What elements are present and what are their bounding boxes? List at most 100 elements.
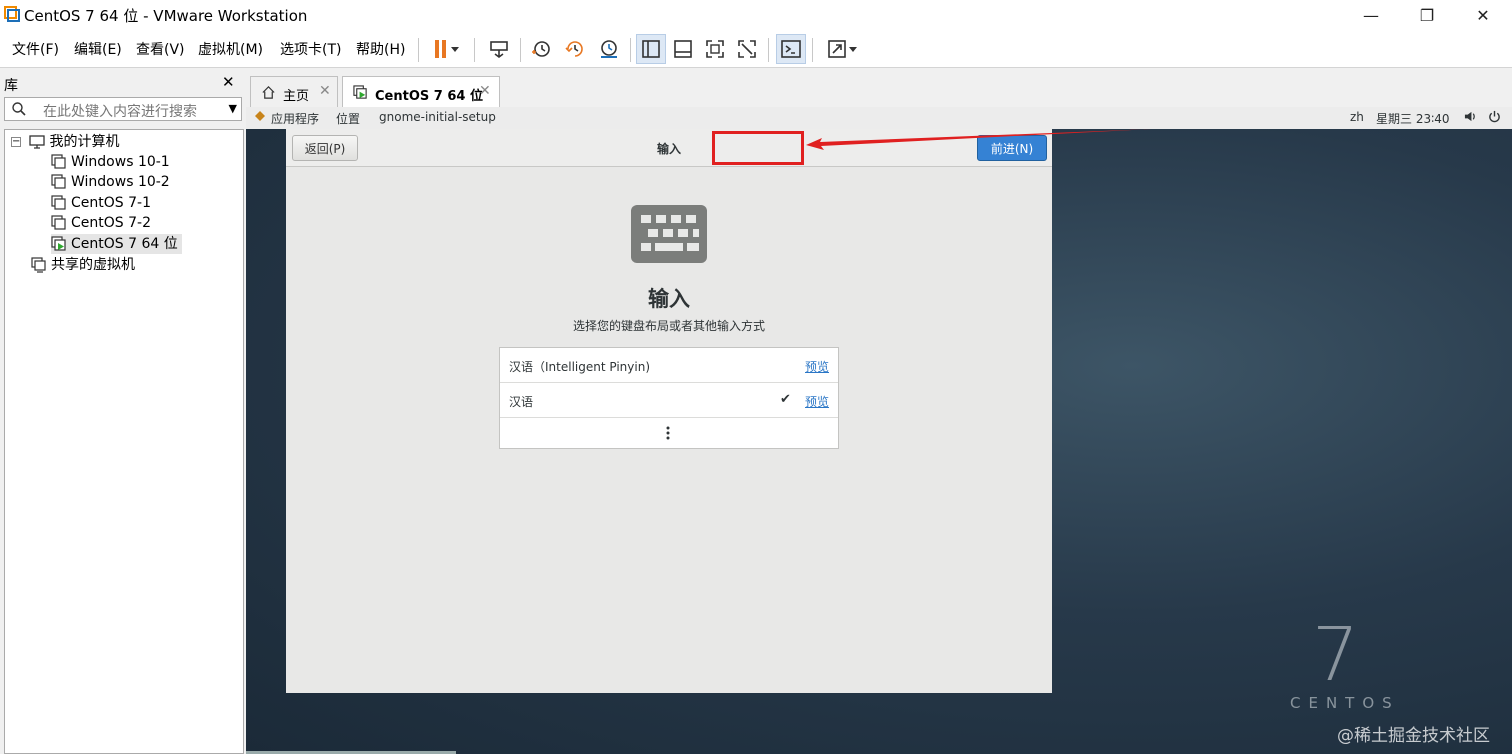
stretch-icon [828,40,857,58]
input-source-row[interactable]: 汉语（Intelligent Pinyin) 预览 [500,348,838,383]
more-options-icon[interactable] [666,426,670,440]
library-close-button[interactable]: ✕ [222,73,235,91]
toolbar-separator [520,38,521,62]
tree-label: 共享的虚拟机 [51,257,135,273]
collapse-icon[interactable]: − [11,137,21,147]
input-source-row[interactable]: 汉语 ✔ 预览 [500,383,838,418]
annotation-highlight-box [712,131,804,165]
gnome-app-name[interactable]: gnome-initial-setup [379,110,496,124]
page-heading: 输入 [648,287,690,311]
tab-strip: 主页 ✕ CentOS 7 64 位 ✕ [246,69,1512,108]
search-placeholder: 在此处键入内容进行搜索 [43,104,197,120]
vmware-app-icon [4,6,20,22]
title-bar: CentOS 7 64 位 - VMware Workstation — ❐ ✕ [0,0,1512,30]
initial-setup-dialog: 返回(P) 输入 前进(N) 输入 选择您的键盘布局或者其他输入方式 汉语（In… [286,129,1052,693]
preview-link[interactable]: 预览 [805,393,829,410]
tree-node-vm[interactable]: Windows 10-2 [51,172,170,192]
search-icon [12,102,26,116]
tree-label: CentOS 7-2 [71,215,151,231]
tab-label: 主页 [283,89,310,104]
tree-node-vm[interactable]: Windows 10-1 [51,152,170,172]
snapshot-manager-button[interactable] [594,34,624,64]
annotation-arrow-icon [806,129,1152,150]
library-search-input[interactable]: 在此处键入内容进行搜索 ▼ [4,97,242,121]
vm-icon [51,195,66,210]
shared-vm-icon [31,257,46,273]
thumbnail-layout-icon [674,40,692,58]
revert-clock-icon [565,41,583,57]
tree-label: Windows 10-1 [71,154,170,170]
send-keys-icon [490,41,508,58]
vm-display[interactable]: 应用程序 位置 gnome-initial-setup zh 星期三 23∶40… [246,107,1512,754]
home-icon [262,86,275,99]
toolbar-separator [474,38,475,62]
vm-icon [51,215,66,230]
snapshot-clock-icon [532,41,550,57]
checkmark-icon: ✔ [780,392,791,407]
snapshot-button[interactable] [526,34,556,64]
library-layout-icon [642,40,660,58]
tree-label: 我的计算机 [49,134,120,150]
page-subtitle: 选择您的键盘布局或者其他输入方式 [572,319,765,333]
menu-tabs[interactable]: 选项卡(T) [280,39,341,59]
vm-running-icon [353,85,367,99]
gnome-applications-menu[interactable]: 应用程序 [271,110,319,127]
close-icon[interactable]: ✕ [319,83,331,99]
chevron-down-icon[interactable]: ▼ [229,102,237,115]
window-title: CentOS 7 64 位 - VMware Workstation [24,7,308,25]
unity-button[interactable] [732,34,762,64]
close-button[interactable]: ✕ [1458,0,1508,30]
tree-label: CentOS 7 64 位 [71,236,178,252]
revert-snapshot-button[interactable] [560,34,590,64]
gnome-places-menu[interactable]: 位置 [336,110,360,127]
pause-icon [435,40,459,58]
full-screen-button[interactable] [700,34,730,64]
tree-label: CentOS 7-1 [71,195,151,211]
minimize-button[interactable]: — [1346,0,1396,30]
centos-version-number: 7 [1312,612,1360,698]
power-icon[interactable] [1488,110,1501,126]
tree-label: Windows 10-2 [71,174,170,190]
menu-file[interactable]: 文件(F) [12,39,59,59]
library-panel: 库 ✕ 在此处键入内容进行搜索 ▼ − 我的计算机 Windows 10-1 W… [0,69,244,754]
send-ctrl-alt-del-button[interactable] [484,34,514,64]
toolbar-separator [812,38,813,62]
menu-help[interactable]: 帮助(H) [356,39,405,59]
restore-button[interactable]: ❐ [1402,0,1452,30]
gnome-apps-icon[interactable] [254,110,266,124]
unity-icon [738,40,756,58]
stretch-guest-button[interactable] [820,34,864,64]
computer-icon [29,135,46,149]
snapshot-manager-icon [601,40,617,58]
vm-icon [51,174,66,189]
toolbar-separator [768,38,769,62]
centos-wordmark: CENTOS [1290,694,1400,712]
menu-vm[interactable]: 虚拟机(M) [198,39,263,59]
tab-label: CentOS 7 64 位 [375,89,483,104]
tree-node-my-computer[interactable]: − 我的计算机 [11,132,119,152]
tree-node-vm[interactable]: CentOS 7-2 [51,213,151,233]
tree-node-shared-vms[interactable]: 共享的虚拟机 [31,255,135,275]
tab-centos-vm[interactable]: CentOS 7 64 位 ✕ [342,76,500,108]
input-source-name: 汉语 [509,395,534,409]
show-library-button[interactable] [636,34,666,64]
menu-view[interactable]: 查看(V) [136,39,185,59]
vm-running-icon [51,236,66,251]
pause-button[interactable] [424,34,468,64]
volume-icon[interactable] [1464,110,1477,126]
tab-home[interactable]: 主页 ✕ [250,76,338,108]
input-source-name: 汉语（Intelligent Pinyin) [509,360,650,374]
tree-node-vm-selected[interactable]: CentOS 7 64 位 [51,234,182,254]
close-icon[interactable]: ✕ [479,83,491,99]
terminal-icon [781,40,801,58]
library-tree[interactable]: − 我的计算机 Windows 10-1 Windows 10-2 CentOS… [4,129,244,754]
tree-node-vm[interactable]: CentOS 7-1 [51,193,151,213]
gnome-clock[interactable]: 星期三 23∶40 [1376,110,1449,127]
input-source-list: 汉语（Intelligent Pinyin) 预览 汉语 ✔ 预览 [499,347,839,449]
menu-edit[interactable]: 编辑(E) [74,39,122,59]
console-view-button[interactable] [776,34,806,64]
input-language-indicator[interactable]: zh [1350,110,1364,124]
preview-link[interactable]: 预览 [805,358,829,375]
thumbnail-bar-button[interactable] [668,34,698,64]
library-title: 库 [4,78,18,94]
